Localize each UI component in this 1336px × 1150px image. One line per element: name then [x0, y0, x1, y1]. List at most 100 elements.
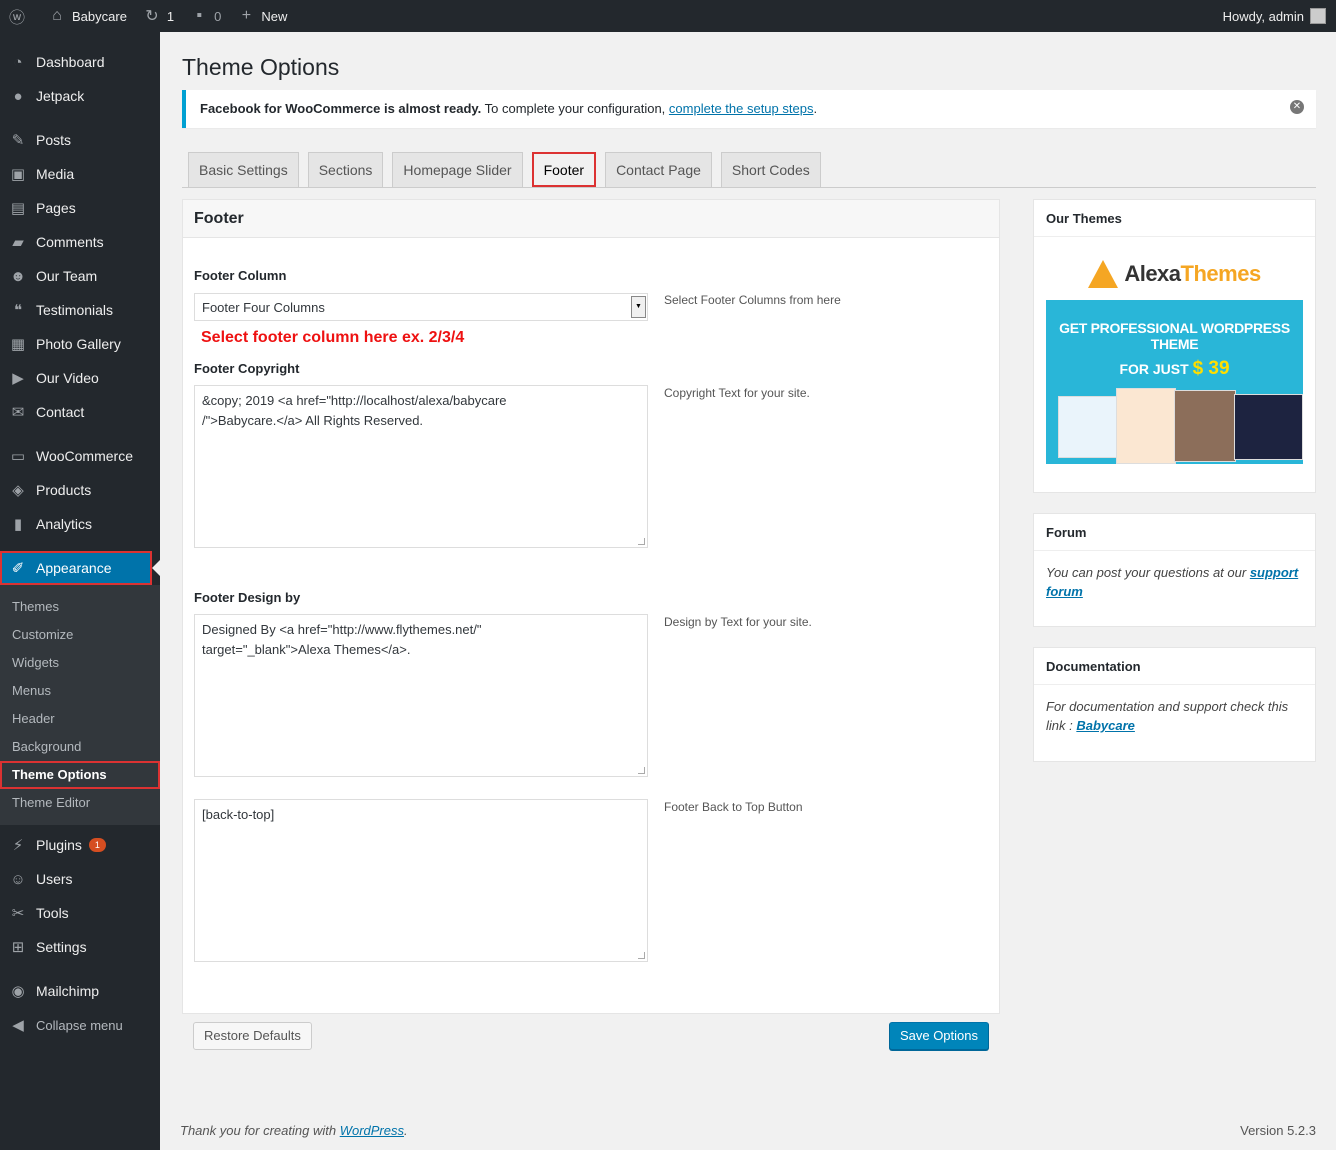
facebook-woocommerce-notice: Facebook for WooCommerce is almost ready…	[182, 90, 1316, 128]
alexa-themes-promo-banner[interactable]: Alexa Themes GET PROFESSIONAL WORDPRESS T…	[1046, 248, 1303, 464]
options-action-bar: Restore Defaults Save Options	[182, 1015, 1000, 1057]
tab-basic-settings[interactable]: Basic Settings	[188, 152, 299, 187]
theme-screenshots	[1056, 388, 1303, 464]
sidebar-item-pages[interactable]: ▤ Pages	[0, 191, 160, 225]
submenu-customize[interactable]: Customize	[0, 621, 160, 649]
footer-column-annotation: Select footer column here ex. 2/3/4	[201, 329, 465, 346]
updates-link[interactable]: ↻ 1	[135, 0, 182, 32]
restore-defaults-button[interactable]: Restore Defaults	[193, 1022, 312, 1050]
promo-banner: GET PROFESSIONAL WORDPRESS THEME FOR JUS…	[1046, 300, 1303, 464]
our-themes-box: Our Themes Alexa Themes GET PROFESSIONAL …	[1033, 199, 1316, 493]
footer-column-select[interactable]: Footer Four Columns ▼	[194, 293, 648, 321]
sidebar-item-settings[interactable]: ⊞ Settings	[0, 930, 160, 964]
babycare-docs-link[interactable]: Babycare	[1076, 718, 1135, 733]
wordpress-logo-button[interactable]: ⓦ	[0, 0, 40, 32]
gallery-icon: ▦	[10, 336, 26, 353]
site-name-link[interactable]: ⌂ Babycare	[40, 0, 135, 32]
tab-short-codes[interactable]: Short Codes	[720, 152, 821, 187]
logo-triangle-icon	[1088, 260, 1119, 288]
plugin-icon: ⚡	[12, 837, 24, 854]
video-icon: ▶	[12, 370, 24, 387]
sidebar-item-dashboard[interactable]: ◔ Dashboard	[0, 45, 160, 79]
appearance-submenu: Themes Customize Widgets Menus Header Ba…	[0, 585, 160, 825]
quote-icon: ❝	[13, 302, 23, 319]
screenshot-3	[1174, 390, 1236, 462]
brush-icon: ✐	[11, 560, 25, 577]
pages-icon: ▤	[10, 200, 26, 217]
screenshot-2	[1116, 388, 1176, 464]
tab-sections[interactable]: Sections	[307, 152, 384, 187]
home-icon: ⌂	[52, 7, 62, 24]
sidebar-item-analytics[interactable]: ▮ Analytics	[0, 507, 160, 541]
sidebar-item-woocommerce[interactable]: ▭ WooCommerce	[0, 439, 160, 473]
documentation-title: Documentation	[1034, 648, 1315, 685]
screenshot-1	[1058, 396, 1118, 458]
tab-footer[interactable]: Footer	[531, 152, 597, 187]
wp-version: Version 5.2.3	[1240, 1123, 1316, 1138]
plugin-update-badge: 1	[88, 838, 106, 852]
tab-contact-page[interactable]: Contact Page	[605, 152, 712, 187]
submenu-themes[interactable]: Themes	[0, 593, 160, 621]
submenu-background[interactable]: Background	[0, 733, 160, 761]
collapse-icon: ◀	[12, 1017, 24, 1034]
sidebar-item-plugins[interactable]: ⚡ Plugins 1	[0, 828, 160, 862]
box-icon: ◈	[12, 482, 24, 499]
save-options-button[interactable]: Save Options	[888, 1022, 989, 1050]
forum-link[interactable]: forum	[1046, 584, 1083, 599]
comment-bubble-icon: ▪	[196, 7, 202, 24]
dashboard-icon: ◔	[13, 53, 23, 71]
team-icon: ☻	[10, 267, 26, 285]
woo-icon: ▭	[10, 448, 26, 465]
forum-title: Forum	[1034, 514, 1315, 551]
mailchimp-icon: ◉	[11, 983, 25, 1000]
page-title: Theme Options	[182, 54, 340, 80]
submenu-theme-editor[interactable]: Theme Editor	[0, 789, 160, 817]
footer-copyright-textarea[interactable]: &copy; 2019 <a href="http://localhost/al…	[194, 385, 648, 548]
collapse-menu-button[interactable]: ◀ Collapse menu	[0, 1008, 160, 1042]
sidebar-item-media[interactable]: ▣ Media	[0, 157, 160, 191]
sidebar-item-mailchimp[interactable]: ◉ Mailchimp	[0, 974, 160, 1008]
admin-sidebar: ◔ Dashboard ● Jetpack ✎ Posts ▣ Media ▤ Pages…	[0, 32, 160, 1150]
sidebar-item-tools[interactable]: ✂ Tools	[0, 896, 160, 930]
dismiss-notice-icon[interactable]: ✕	[1290, 100, 1304, 114]
sidebar-item-jetpack[interactable]: ● Jetpack	[0, 79, 160, 113]
theme-options-tabs: Basic Settings Sections Homepage Slider …	[188, 152, 830, 187]
setup-steps-link[interactable]: complete the setup steps	[669, 101, 814, 116]
media-icon: ▣	[10, 166, 26, 183]
footer-design-label: Footer Design by	[194, 590, 301, 605]
sidebar-item-photo-gallery[interactable]: ▦ Photo Gallery	[0, 327, 160, 361]
sidebar-item-testimonials[interactable]: ❝ Testimonials	[0, 293, 160, 327]
sidebar-item-comments[interactable]: ▰ Comments	[0, 225, 160, 259]
footer-design-textarea[interactable]: Designed By <a href="http://www.flytheme…	[194, 614, 648, 777]
footer-copyright-label: Footer Copyright	[194, 361, 300, 376]
footer-column-help: Select Footer Columns from here	[664, 293, 841, 307]
sidebar-item-contact[interactable]: ✉ Contact	[0, 395, 160, 429]
my-account-link[interactable]: Howdy, admin	[1223, 8, 1336, 24]
tab-homepage-slider[interactable]: Homepage Slider	[392, 152, 523, 187]
mail-icon: ✉	[11, 404, 25, 421]
submenu-header[interactable]: Header	[0, 705, 160, 733]
sidebar-item-posts[interactable]: ✎ Posts	[0, 123, 160, 157]
sidebar-item-appearance[interactable]: ✐ Appearance	[0, 551, 160, 585]
sidebar-item-our-team[interactable]: ☻ Our Team	[0, 259, 160, 293]
footer-column-label: Footer Column	[194, 268, 287, 283]
tabs-divider	[182, 187, 1316, 188]
sidebar-item-our-video[interactable]: ▶ Our Video	[0, 361, 160, 395]
chart-icon: ▮	[13, 516, 23, 533]
new-content-link[interactable]: + New	[229, 0, 295, 32]
back-to-top-textarea[interactable]: [back-to-top]	[194, 799, 648, 962]
main-content: Theme Options Facebook for WooCommerce i…	[160, 32, 1336, 1150]
back-to-top-help: Footer Back to Top Button	[664, 800, 803, 814]
pin-icon: ✎	[11, 132, 25, 149]
submenu-widgets[interactable]: Widgets	[0, 649, 160, 677]
footer-design-help: Design by Text for your site.	[664, 615, 812, 629]
submenu-theme-options[interactable]: Theme Options	[0, 761, 160, 789]
jetpack-icon: ●	[13, 87, 23, 105]
comments-link[interactable]: ▪ 0	[182, 0, 229, 32]
sidebar-item-products[interactable]: ◈ Products	[0, 473, 160, 507]
footer-options-panel: Footer Footer Column Footer Four Columns…	[182, 199, 1000, 1014]
support-link[interactable]: support	[1250, 565, 1298, 580]
sidebar-item-users[interactable]: ☺ Users	[0, 862, 160, 896]
submenu-menus[interactable]: Menus	[0, 677, 160, 705]
wordpress-link[interactable]: WordPress	[340, 1123, 404, 1138]
